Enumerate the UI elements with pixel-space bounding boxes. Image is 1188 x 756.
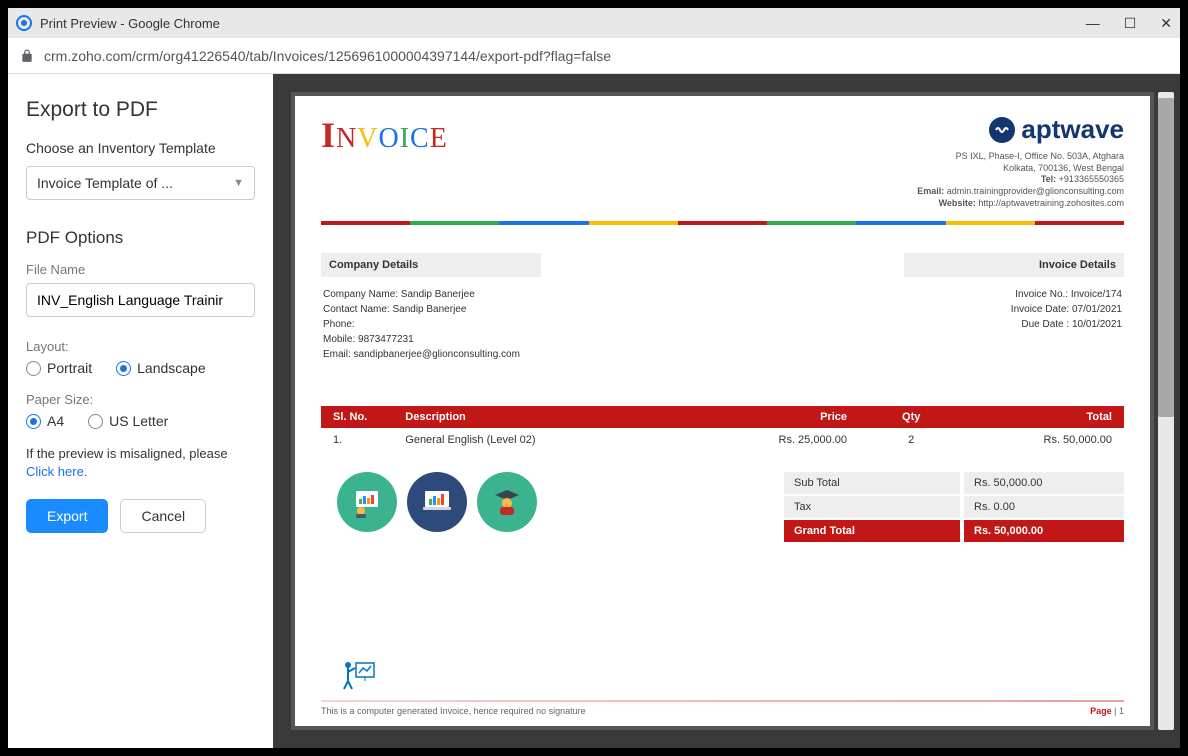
radio-icon [26,361,41,376]
export-sidebar: Export to PDF Choose an Inventory Templa… [8,74,273,748]
paper-a4-radio[interactable]: A4 [26,413,64,429]
layout-portrait-radio[interactable]: Portrait [26,360,92,376]
maximize-button[interactable]: ☐ [1124,15,1137,32]
minimize-button[interactable]: — [1086,15,1100,32]
brand-block: aptwave PS IXL, Phase-I, Office No. 503A… [917,114,1124,209]
template-label: Choose an Inventory Template [26,140,255,156]
misaligned-help: If the preview is misaligned, please Cli… [26,445,255,481]
graduate-icon [477,472,537,532]
tax-label: Tax [784,496,960,518]
line-items-table: Sl. No. Description Price Qty Total 1. G… [321,406,1124,452]
radio-icon [88,414,103,429]
document-footer: This is a computer generated Invoice, he… [321,647,1124,716]
window-title: Print Preview - Google Chrome [40,16,220,31]
pdf-options-heading: PDF Options [26,228,255,248]
col-qty: Qty [859,406,963,428]
sidebar-heading: Export to PDF [26,98,255,122]
col-total: Total [963,406,1124,428]
brand-logo-icon [989,117,1015,143]
tax-value: Rs. 0.00 [964,496,1124,518]
window-titlebar: Print Preview - Google Chrome — ☐ ✕ [8,8,1180,38]
presenter-icon [321,647,1124,700]
cancel-button[interactable]: Cancel [120,499,206,533]
col-price: Price [714,406,859,428]
grandtotal-value: Rs. 50,000.00 [964,520,1124,542]
subtotal-label: Sub Total [784,472,960,494]
filename-input[interactable] [26,283,255,317]
close-button[interactable]: ✕ [1160,15,1172,32]
laptop-chart-icon [407,472,467,532]
invoice-details: Invoice Details Invoice No.: Invoice/174… [904,253,1124,362]
layout-label: Layout: [26,339,255,354]
table-row: 1. General English (Level 02) Rs. 25,000… [321,428,1124,452]
company-details: Company Details Company Name: Sandip Ban… [321,253,541,362]
subtotal-value: Rs. 50,000.00 [964,472,1124,494]
col-desc: Description [393,406,714,428]
click-here-link[interactable]: Click here. [26,464,87,479]
radio-icon [26,414,41,429]
browser-window: Print Preview - Google Chrome — ☐ ✕ crm.… [8,8,1180,748]
brand-logo: aptwave [917,114,1124,145]
radio-icon [116,361,131,376]
scrollbar-thumb[interactable] [1158,98,1174,417]
paper-usletter-radio[interactable]: US Letter [88,413,168,429]
pdf-preview-area: INVOICE aptwave PS IXL, Phase-I, Office … [273,74,1180,748]
grandtotal-label: Grand Total [784,520,960,542]
col-sl: Sl. No. [321,406,393,428]
invoice-document: INVOICE aptwave PS IXL, Phase-I, Office … [295,96,1150,726]
footer-disclaimer: This is a computer generated Invoice, he… [321,706,586,716]
invoice-title: INVOICE [321,114,448,156]
paper-size-label: Paper Size: [26,392,255,407]
filename-label: File Name [26,262,255,277]
brand-address: PS IXL, Phase-I, Office No. 503A, Atghar… [917,151,1124,209]
rainbow-divider [321,221,1124,225]
chart-person-icon [337,472,397,532]
address-bar[interactable]: crm.zoho.com/crm/org41226540/tab/Invoice… [8,38,1180,74]
lock-icon [20,49,34,63]
decorative-icons [321,472,537,532]
layout-landscape-radio[interactable]: Landscape [116,360,206,376]
totals-block: Sub Total Rs. 50,000.00 Tax Rs. 0.00 Gra… [784,472,1124,542]
export-button[interactable]: Export [26,499,108,533]
vertical-scrollbar[interactable] [1158,92,1174,730]
page-indicator: Page | 1 [1090,706,1124,716]
template-value: Invoice Template of ... [37,175,173,191]
app-icon [16,15,32,31]
template-select[interactable]: Invoice Template of ... ▼ [26,166,255,200]
chevron-down-icon: ▼ [233,177,244,189]
url-text: crm.zoho.com/crm/org41226540/tab/Invoice… [44,48,611,64]
